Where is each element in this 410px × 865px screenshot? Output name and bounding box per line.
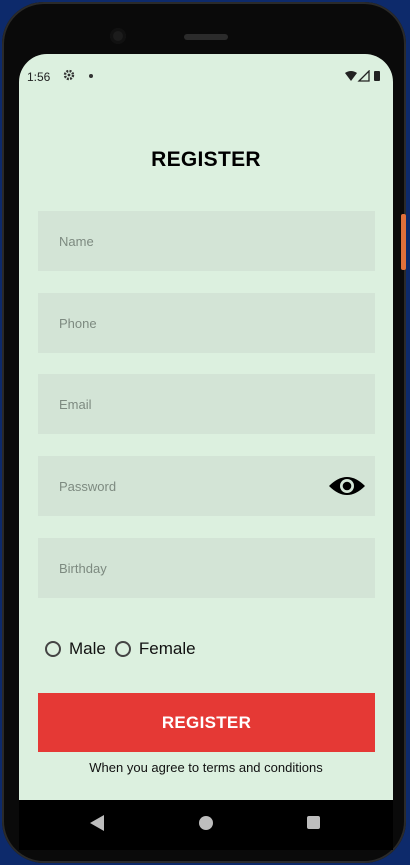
name-input[interactable] (57, 232, 331, 250)
system-status-icons (345, 70, 380, 82)
female-radio[interactable] (114, 641, 131, 657)
home-icon[interactable] (199, 816, 213, 830)
gear-icon (63, 69, 75, 81)
battery-icon (374, 71, 380, 81)
navigation-bar (19, 800, 393, 850)
birthday-input[interactable] (57, 559, 331, 577)
side-button[interactable] (401, 214, 406, 270)
phone-field[interactable] (38, 293, 375, 353)
male-radio[interactable] (45, 641, 61, 657)
notification-dot-icon (89, 74, 93, 78)
speaker-grille (184, 34, 228, 40)
name-field[interactable] (38, 211, 375, 271)
password-field[interactable] (38, 456, 375, 516)
female-label[interactable]: Female (139, 639, 196, 659)
wifi-icon (345, 71, 357, 81)
app-screen: 1:56 REGISTER Name Phone Email Birthday … (19, 54, 393, 842)
email-input[interactable] (57, 395, 331, 413)
eye-icon[interactable] (328, 474, 366, 498)
password-input[interactable] (57, 477, 331, 495)
phone-frame: 1:56 REGISTER Name Phone Email Birthday … (2, 2, 406, 863)
birthday-field[interactable] (38, 538, 375, 598)
status-bar: 1:56 (19, 54, 393, 94)
back-icon[interactable] (90, 815, 104, 831)
signal-icon (357, 70, 370, 82)
email-field[interactable] (38, 374, 375, 434)
gender-radio-group: Male Female (45, 638, 205, 660)
phone-input[interactable] (57, 314, 331, 332)
register-button[interactable]: REGISTER (38, 693, 375, 752)
terms-text: When you agree to terms and conditions (89, 760, 323, 775)
camera-icon (110, 28, 126, 44)
status-time: 1:56 (27, 70, 51, 84)
page-title: REGISTER (151, 148, 261, 171)
recents-icon[interactable] (307, 816, 320, 829)
male-label[interactable]: Male (69, 639, 106, 659)
